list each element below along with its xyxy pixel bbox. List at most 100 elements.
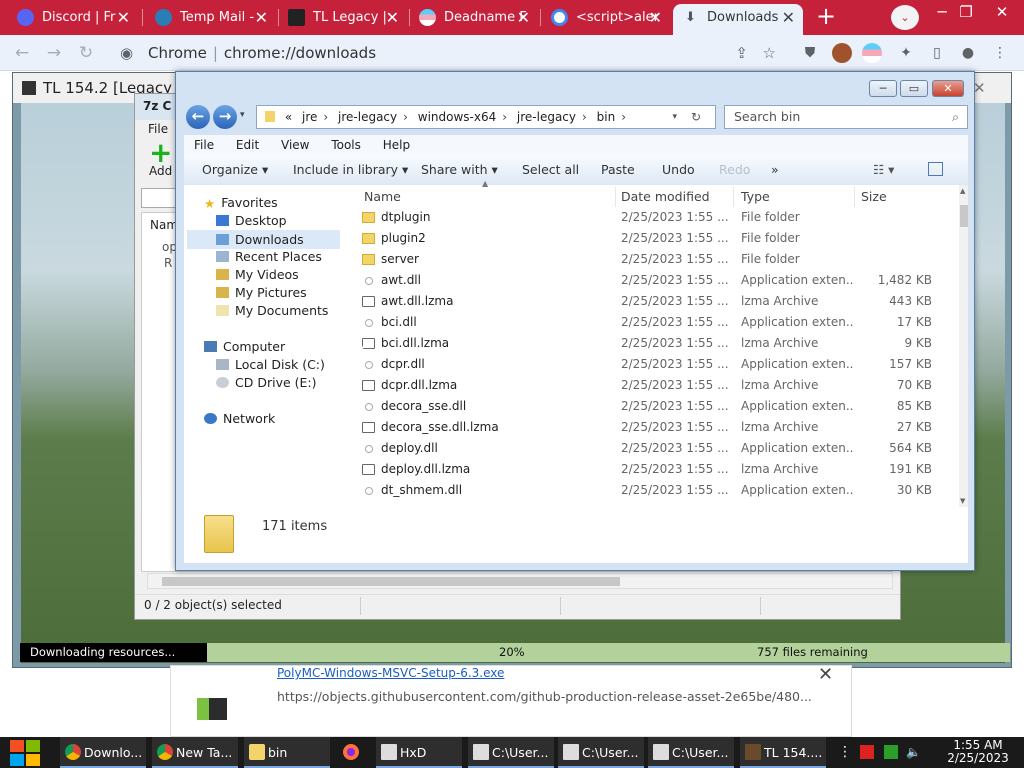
file-row[interactable]: bci.dll.lzma 2/25/2023 1:55 ... lzma Archi… bbox=[360, 333, 950, 354]
taskbar-item-tl[interactable]: TL 154.... bbox=[740, 737, 826, 768]
network-tray-icon[interactable] bbox=[884, 745, 898, 759]
preview-pane-icon[interactable] bbox=[928, 162, 943, 176]
7zip-horizontal-scrollbar[interactable] bbox=[147, 573, 893, 589]
explorer-minimize-button[interactable]: ─ bbox=[869, 80, 897, 97]
tab-close-icon[interactable]: ✕ bbox=[386, 4, 399, 31]
more-commands-button[interactable]: » bbox=[771, 155, 779, 185]
taskbar-item-hxd[interactable]: HxD bbox=[376, 737, 462, 768]
explorer-close-button[interactable]: ✕ bbox=[932, 80, 964, 97]
taskbar-item-firefox[interactable] bbox=[338, 737, 368, 768]
file-row[interactable]: dcpr.dll 2/25/2023 1:55 ... Application ex… bbox=[360, 354, 950, 375]
volume-icon[interactable]: 🔈 bbox=[906, 745, 921, 759]
file-row[interactable]: awt.dll.lzma 2/25/2023 1:55 ... lzma Archi… bbox=[360, 291, 950, 312]
breadcrumb-windows-x64[interactable]: windows-x64 bbox=[418, 110, 496, 124]
explorer-back-button[interactable]: ← bbox=[186, 105, 210, 129]
address-bar[interactable]: ◉ Chrome | chrome://downloads ⇪ ☆ bbox=[108, 39, 788, 68]
star-icon[interactable]: ☆ bbox=[763, 39, 776, 68]
file-row[interactable]: decora_sse.dll 2/25/2023 1:55 ... Applicat… bbox=[360, 396, 950, 417]
organize-button[interactable]: Organize ▾ bbox=[202, 155, 268, 185]
taskbar-item-7zip-1[interactable]: C:\User... bbox=[468, 737, 554, 768]
nav-downloads[interactable]: Downloads bbox=[187, 230, 340, 249]
close-button[interactable]: ✕ bbox=[987, 3, 1017, 23]
breadcrumb-overflow[interactable]: « bbox=[285, 110, 292, 124]
search-input[interactable]: Search bin ⌕ bbox=[724, 105, 968, 129]
tab-close-icon[interactable]: ✕ bbox=[117, 4, 130, 31]
file-row[interactable]: dt_shmem.dll 2/25/2023 1:55 ... Applicatio… bbox=[360, 480, 950, 501]
tab-close-icon[interactable]: ✕ bbox=[782, 4, 795, 31]
kebab-menu-icon[interactable]: ⋮ bbox=[990, 43, 1010, 63]
tab-tl-legacy[interactable]: TL Legacy | ✕ bbox=[279, 4, 407, 31]
file-row[interactable]: plugin2 2/25/2023 1:55 ... File folder bbox=[360, 228, 950, 249]
select-all-button[interactable]: Select all bbox=[522, 155, 579, 185]
tab-tempmail[interactable]: Temp Mail - ✕ bbox=[146, 4, 276, 31]
taskbar-item-downloads[interactable]: Downlo... bbox=[60, 737, 146, 768]
tab-script-alert[interactable]: <script>aler ✕ bbox=[542, 4, 670, 31]
new-tab-button[interactable]: + bbox=[812, 4, 840, 30]
overflow-icon[interactable]: ⋮ bbox=[838, 745, 852, 759]
taskbar-item-bin[interactable]: bin bbox=[244, 737, 330, 768]
remove-download-button[interactable]: ✕ bbox=[818, 664, 833, 685]
share-icon[interactable]: ⇪ bbox=[735, 39, 748, 68]
tab-close-icon[interactable]: ✕ bbox=[517, 4, 530, 31]
tab-close-icon[interactable]: ✕ bbox=[255, 4, 268, 31]
column-header-type[interactable]: Type bbox=[737, 187, 855, 207]
back-button[interactable]: ← bbox=[10, 41, 34, 65]
nav-recent-places[interactable]: Recent Places bbox=[216, 249, 322, 264]
include-in-library-button[interactable]: Include in library ▾ bbox=[293, 155, 408, 185]
breadcrumb-address-bar[interactable]: « jre › jre-legacy › windows-x64 › jre-lega… bbox=[256, 105, 716, 129]
scroll-thumb[interactable] bbox=[162, 577, 620, 586]
file-row[interactable]: decora_sse.dll.lzma 2/25/2023 1:55 ... lzm… bbox=[360, 417, 950, 438]
redo-button[interactable]: Redo bbox=[719, 155, 750, 185]
scroll-thumb[interactable] bbox=[960, 205, 968, 227]
column-header-size[interactable]: Size bbox=[857, 187, 947, 207]
file-row[interactable]: deploy.dll 2/25/2023 1:55 ... Application … bbox=[360, 438, 950, 459]
tab-search-button[interactable]: ⌄ bbox=[891, 5, 919, 30]
taskbar-item-new-tab[interactable]: New Ta... bbox=[152, 737, 238, 768]
file-row[interactable]: bci.dll 2/25/2023 1:55 ... Application ext… bbox=[360, 312, 950, 333]
tab-discord[interactable]: Discord | Fr ✕ bbox=[8, 4, 138, 31]
menu-edit[interactable]: Edit bbox=[236, 138, 259, 152]
maximize-button[interactable]: ❐ bbox=[951, 3, 981, 23]
menu-view[interactable]: View bbox=[281, 138, 309, 152]
file-row[interactable]: deploy.dll.lzma 2/25/2023 1:55 ... lzma Ar… bbox=[360, 459, 950, 480]
avatar-icon[interactable]: ● bbox=[958, 43, 978, 63]
recent-pages-chevron-icon[interactable]: ▾ bbox=[240, 110, 245, 120]
breadcrumb-jre[interactable]: jre bbox=[302, 110, 317, 124]
system-clock[interactable]: 1:55 AM 2/25/2023 bbox=[936, 739, 1020, 765]
file-row[interactable]: dtplugin 2/25/2023 1:55 ... File folder bbox=[360, 207, 950, 228]
tab-downloads[interactable]: ⬇ Downloads ✕ bbox=[673, 4, 803, 35]
7zip-row[interactable]: R bbox=[164, 256, 172, 270]
taskbar-item-7zip-3[interactable]: C:\User... bbox=[648, 737, 734, 768]
explorer-forward-button[interactable]: → bbox=[213, 105, 237, 129]
flag-extension-icon[interactable] bbox=[862, 43, 882, 63]
forward-button[interactable]: → bbox=[42, 41, 66, 65]
puzzle-icon[interactable]: ✦ bbox=[896, 43, 916, 63]
profile-extension-icon[interactable] bbox=[832, 43, 852, 63]
taskbar-item-7zip-2[interactable]: C:\User... bbox=[558, 737, 644, 768]
nav-my-videos[interactable]: My Videos bbox=[216, 267, 299, 282]
menu-help[interactable]: Help bbox=[383, 138, 410, 152]
nav-my-pictures[interactable]: My Pictures bbox=[216, 285, 307, 300]
column-header-name[interactable]: Name bbox=[360, 187, 616, 207]
nav-computer[interactable]: Computer bbox=[204, 339, 285, 354]
address-dropdown-icon[interactable]: ▾ bbox=[672, 106, 677, 128]
download-filename-link[interactable]: PolyMC-Windows-MSVC-Setup-6.3.exe bbox=[277, 666, 504, 680]
refresh-icon[interactable]: ↻ bbox=[691, 106, 701, 128]
breadcrumb-jre-legacy-2[interactable]: jre-legacy bbox=[517, 110, 576, 124]
menu-file[interactable]: File bbox=[194, 138, 214, 152]
sidepanel-icon[interactable]: ▯ bbox=[927, 43, 947, 63]
7zip-up-button[interactable] bbox=[141, 188, 177, 208]
file-row[interactable]: dcpr.dll.lzma 2/25/2023 1:55 ... lzma Arch… bbox=[360, 375, 950, 396]
7zip-add-button[interactable]: + Add bbox=[149, 139, 172, 179]
nav-my-documents[interactable]: My Documents bbox=[216, 303, 328, 318]
scroll-up-icon[interactable]: ▲ bbox=[960, 187, 965, 195]
nav-cd-drive[interactable]: CD Drive (E:) bbox=[216, 375, 317, 390]
flag-tray-icon[interactable] bbox=[860, 745, 874, 759]
file-row[interactable]: server 2/25/2023 1:55 ... File folder bbox=[360, 249, 950, 270]
paste-button[interactable]: Paste bbox=[601, 155, 635, 185]
file-list-vertical-scrollbar[interactable]: ▲ ▼ bbox=[959, 185, 968, 507]
column-header-date[interactable]: Date modified bbox=[617, 187, 734, 207]
tab-deadname[interactable]: Deadname F ✕ bbox=[410, 4, 538, 31]
file-row[interactable]: awt.dll 2/25/2023 1:55 ... Application ext… bbox=[360, 270, 950, 291]
nav-desktop[interactable]: Desktop bbox=[216, 213, 287, 228]
